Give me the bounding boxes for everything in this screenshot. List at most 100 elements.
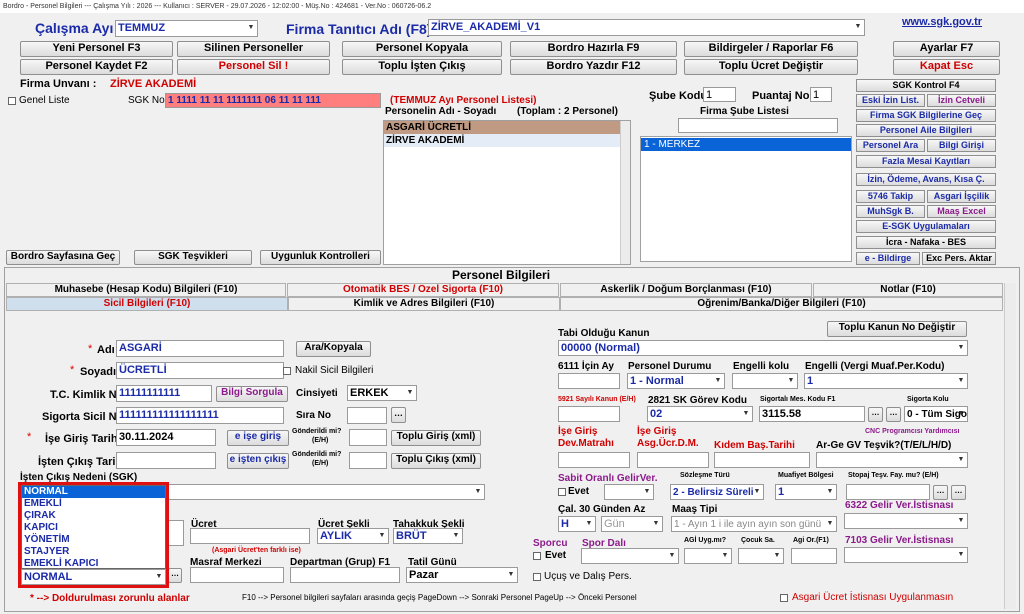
takip-button[interactable]: 5746 Takip <box>856 190 925 203</box>
mes-kodu-more-button[interactable]: … <box>868 407 883 422</box>
adi-field[interactable]: ASGARİ <box>116 340 284 357</box>
giris-gonderildi-field[interactable] <box>349 429 387 446</box>
mes-kodu-field[interactable]: 3115.58 <box>759 406 865 422</box>
gelir6322-select[interactable]: ▼ <box>844 513 968 529</box>
icra-button[interactable]: İcra - Nafaka - BES <box>856 236 996 249</box>
maas-tipi-select[interactable]: 1 - Ayın 1 i ile ayın ayın son günü ▼ <box>671 516 837 532</box>
bordro-hazirla-button[interactable]: Bordro Hazırla F9 <box>510 41 677 57</box>
ebildirge-button[interactable]: e - Bildirge <box>856 252 920 265</box>
sube-list[interactable]: 1 - MERKEZ <box>640 136 852 262</box>
agi-uyg-select[interactable]: ▼ <box>684 548 732 564</box>
soyadi-field[interactable]: ÜCRETLİ <box>116 362 284 379</box>
toplu-ucret-button[interactable]: Toplu Ücret Değiştir <box>684 59 858 75</box>
cikis-turu-select[interactable]: NORMAL ▼ <box>21 569 166 585</box>
cinsiyet-select[interactable]: ERKEK ▼ <box>347 385 417 401</box>
fazla-mesai-button[interactable]: Fazla Mesai Kayıtları <box>856 155 996 168</box>
sgk-kontrol-button[interactable]: SGK Kontrol F4 <box>856 79 996 92</box>
stopaj-field[interactable] <box>846 484 930 500</box>
ucret-field[interactable] <box>190 528 310 544</box>
aile-bilgileri-button[interactable]: Personel Aile Bilgileri <box>856 124 996 137</box>
muafiyet-select[interactable]: 1 ▼ <box>775 484 837 500</box>
dev-matrah-field[interactable] <box>558 452 630 468</box>
company-select[interactable]: ZİRVE_AKADEMİ_V1 ▼ <box>428 19 865 36</box>
uygunluk-button[interactable]: Uygunluk Kontrolleri <box>260 250 381 265</box>
cal30-select[interactable]: H ▼ <box>558 516 596 532</box>
list-scrollbar[interactable] <box>620 121 630 264</box>
e-ise-giris-button[interactable]: e işe giriş <box>227 430 289 446</box>
firma-sgk-button[interactable]: Firma SGK Bilgilerine Geç <box>856 109 996 122</box>
sira-more-button[interactable]: … <box>391 407 406 423</box>
list-item[interactable]: NORMAL <box>22 486 165 498</box>
engelli-select[interactable]: ▼ <box>732 373 798 389</box>
gelir7103-select[interactable]: ▼ <box>844 547 968 563</box>
yeni-personel-button[interactable]: Yeni Personel F3 <box>20 41 173 57</box>
izin-cetveli-button[interactable]: İzin Cetveli <box>927 94 996 107</box>
engelli-vergi-select[interactable]: 1 ▼ <box>804 373 968 389</box>
bildirgeler-button[interactable]: Bildirgeler / Raporlar F6 <box>684 41 858 57</box>
spor-dali-select[interactable]: ▼ <box>581 548 679 564</box>
sube-kodu-field[interactable]: 1 <box>703 87 736 102</box>
asg-ucr-field[interactable] <box>637 452 709 468</box>
sira-field[interactable] <box>347 407 387 424</box>
bordro-yazdir-button[interactable]: Bordro Yazdır F12 <box>510 59 677 75</box>
ay6111-field[interactable] <box>558 373 620 389</box>
kidem-field[interactable] <box>714 452 810 468</box>
cikis-turu-list[interactable]: NORMAL EMEKLİ ÇIRAK KAPICI YÖNETİM STAJY… <box>21 485 166 569</box>
list-item[interactable]: YÖNETİM <box>22 534 165 546</box>
mes-kodu-more-button-2[interactable]: … <box>886 407 901 422</box>
ucret-aux-field[interactable] <box>168 520 184 546</box>
puantaj-field[interactable]: 1 <box>810 87 832 102</box>
tab-kimlik[interactable]: Kimlik ve Adres Bilgileri (F10) <box>288 297 560 311</box>
tatil-select[interactable]: Pazar ▼ <box>406 567 518 583</box>
tahakkuk-select[interactable]: BRÜT ▼ <box>393 528 463 544</box>
form-scrollbar[interactable] <box>1004 283 1016 609</box>
stopaj-more-button-2[interactable]: … <box>951 485 966 500</box>
tabi-select[interactable]: 00000 (Normal) ▼ <box>558 340 968 356</box>
sgk-link[interactable]: www.sgk.gov.tr <box>902 16 982 29</box>
tab-askerlik[interactable]: Askerlik / Doğum Borçlanması (F10) <box>560 283 812 297</box>
tab-notlar[interactable]: Notlar (F10) <box>813 283 1003 297</box>
sabit-select[interactable]: ▼ <box>604 484 654 500</box>
personnel-list[interactable]: ASGARİ ÜCRETLİ ZİRVE AKADEMİ <box>383 120 631 265</box>
cikis-field[interactable] <box>116 452 216 469</box>
sicil-field[interactable]: 111111111111111111 <box>116 407 284 424</box>
genel-liste-checkbox[interactable] <box>8 97 16 105</box>
list-item[interactable]: ZİRVE AKADEMİ <box>384 134 630 147</box>
period-select[interactable]: TEMMUZ ▼ <box>115 20 258 37</box>
asgari-istisna-checkbox[interactable] <box>780 594 788 602</box>
list-item[interactable]: ÇIRAK <box>22 510 165 522</box>
ucret-sekli-select[interactable]: AYLIK ▼ <box>317 528 389 544</box>
tab-ogrenim[interactable]: Öğrenim/Banka/Diğer Bilgileri (F10) <box>560 297 1003 311</box>
gun-select[interactable]: Gün ▼ <box>601 516 663 532</box>
sigorta-kolu-select[interactable]: 0 - Tüm Sigorta▼ <box>904 406 968 422</box>
list-item[interactable]: EMEKLİ <box>22 498 165 510</box>
silinen-personeller-button[interactable]: Silinen Personeller <box>177 41 330 57</box>
sube-search-field[interactable] <box>678 118 838 133</box>
sabit-checkbox[interactable] <box>558 488 566 496</box>
maas-excel-button[interactable]: Maaş Excel <box>927 205 996 218</box>
list-item[interactable]: 1 - MERKEZ <box>641 138 851 151</box>
toplu-giris-button[interactable]: Toplu Giriş (xml) <box>391 430 481 446</box>
agi-or-field[interactable] <box>791 548 837 564</box>
kapat-button[interactable]: Kapat Esc <box>893 59 1000 75</box>
bilgi-girisi-button[interactable]: Bilgi Girişi <box>927 139 996 152</box>
list-item[interactable]: KAPICI <box>22 522 165 534</box>
sgk-tesvikleri-button[interactable]: SGK Teşvikleri <box>134 250 252 265</box>
izin-odeme-button[interactable]: İzin, Ödeme, Avans, Kısa Ç. <box>856 173 996 186</box>
bordro-sayfasina-button[interactable]: Bordro Sayfasına Geç <box>6 250 120 265</box>
giris-field[interactable]: 30.11.2024 <box>116 429 216 446</box>
exc-pers-button[interactable]: Exc Pers. Aktar <box>922 252 996 265</box>
arge-select[interactable]: ▼ <box>816 452 968 468</box>
masraf-field[interactable] <box>190 567 284 583</box>
eski-izin-button[interactable]: Eski İzin List. <box>856 94 925 107</box>
e-isten-cikis-button[interactable]: e işten çıkış <box>227 453 289 469</box>
personel-ara-button[interactable]: Personel Ara <box>856 139 925 152</box>
more-button[interactable]: … <box>168 568 182 583</box>
sporcu-checkbox[interactable] <box>533 552 541 560</box>
gorev-select[interactable]: 02 ▼ <box>647 406 753 422</box>
list-item[interactable]: STAJYER <box>22 546 165 558</box>
toplu-kanun-button[interactable]: Toplu Kanun No Değiştir <box>827 321 967 337</box>
nakil-checkbox[interactable] <box>283 367 291 375</box>
personel-kaydet-button[interactable]: Personel Kaydet F2 <box>20 59 173 75</box>
esgk-button[interactable]: E-SGK Uygulamaları <box>856 220 996 233</box>
